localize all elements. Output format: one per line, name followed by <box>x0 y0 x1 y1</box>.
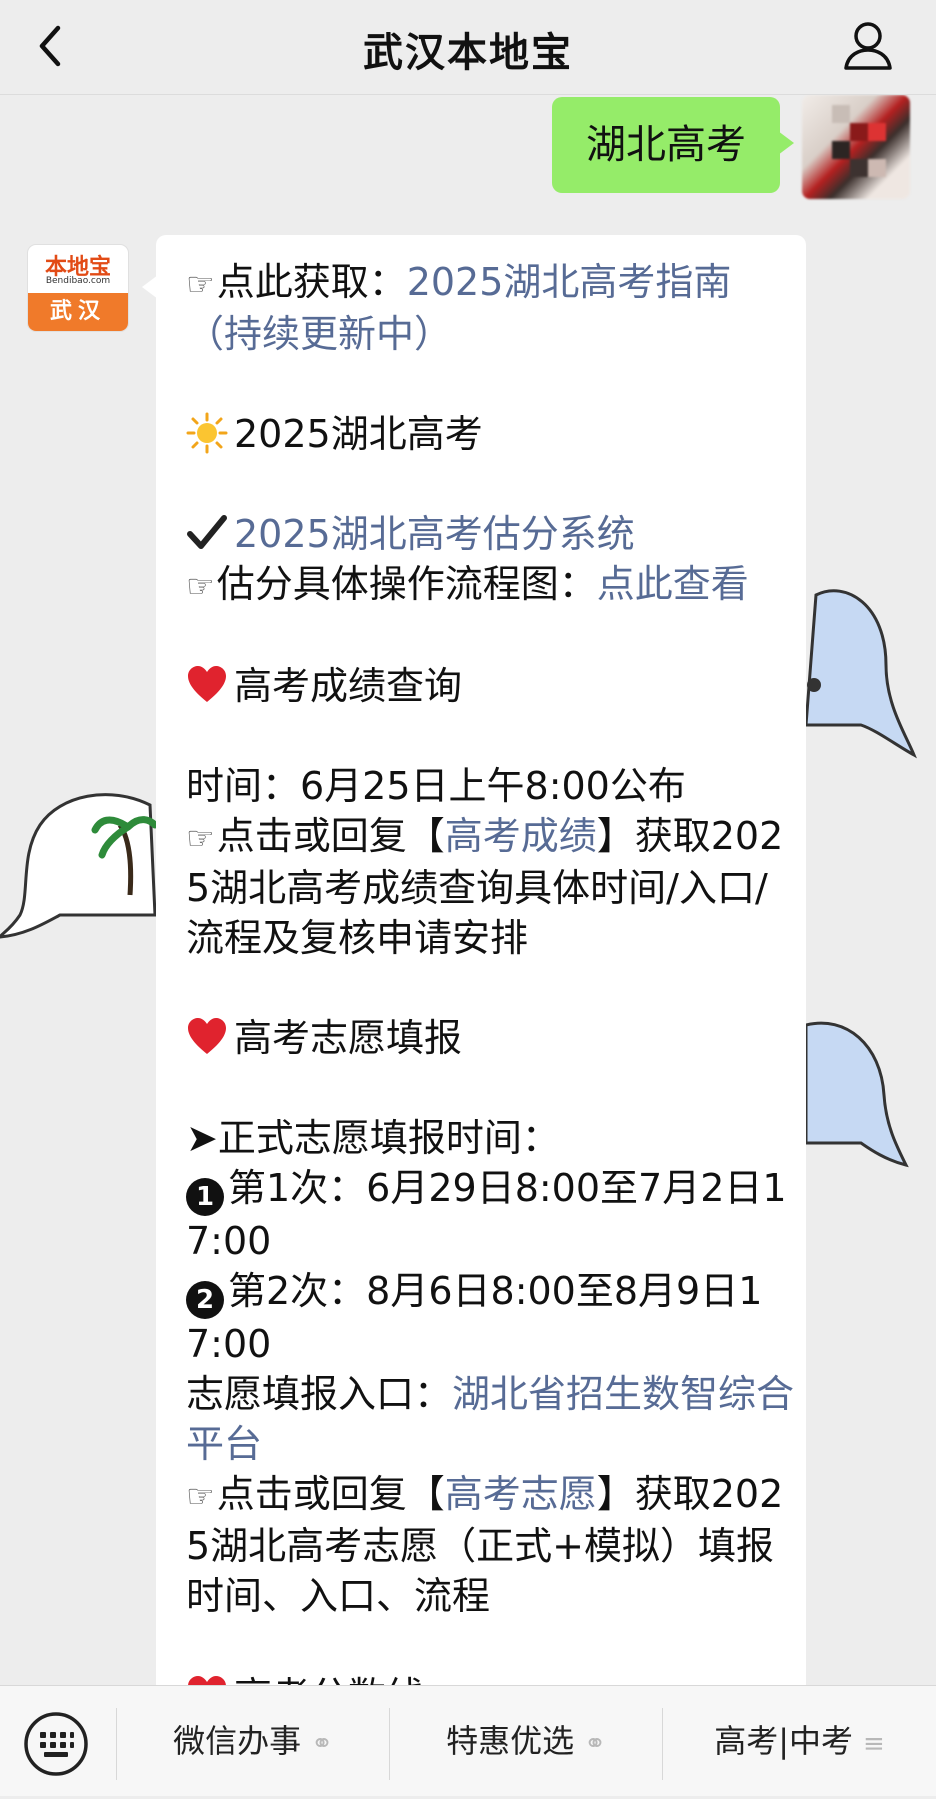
section-heading-score: 高考成绩查询 <box>186 661 796 711</box>
number-1-icon: 1 <box>186 1178 224 1216</box>
guide-prefix: 点此获取： <box>216 260 407 304</box>
heading-text: 2025湖北高考 <box>234 412 483 456</box>
guide-line: ☞点此获取：2025湖北高考指南（持续更新中） <box>186 257 796 359</box>
bottom-menu-bar: 微信办事 ⚭ 特惠优选 ⚭ 高考|中考 ≡ <box>0 1685 936 1796</box>
flowchart-link[interactable]: 点此查看 <box>597 562 749 606</box>
checkmark-icon <box>187 515 227 549</box>
number-2-icon: 2 <box>186 1281 224 1319</box>
sender-avatar[interactable]: 本地宝 Bendibao.com 武汉 <box>28 245 128 331</box>
user-avatar[interactable] <box>802 95 910 199</box>
avatar-logo-url: Bendibao.com <box>45 276 111 286</box>
heading-text: 高考成绩查询 <box>234 664 463 708</box>
pointing-hand-icon: ☞ <box>186 567 215 605</box>
round-2-text: 第2次：8月6日8:00至8月9日17:00 <box>186 1269 763 1366</box>
entry-prefix: 志愿填报入口： <box>186 1372 453 1416</box>
round-1-text: 第1次：6月29日8:00至7月2日17:00 <box>186 1166 787 1263</box>
heart-icon <box>188 666 226 702</box>
menu-item-label: 高考|中考 <box>714 1722 853 1760</box>
chat-area[interactable]: 湖北高考 本地宝 Bendibao.com 武汉 ☞点此获取：2025湖北高考指… <box>0 95 936 1685</box>
round-2-line: 2 第2次：8月6日8:00至8月9日17:00 <box>186 1266 796 1369</box>
reply-prefix: 点击或回复【 <box>216 814 445 858</box>
wallpaper-bubble-right-bottom <box>804 1015 936 1185</box>
nav-header: 武汉本地宝 <box>0 0 936 95</box>
flowchart-prefix: 估分具体操作流程图： <box>216 562 597 606</box>
sun-icon <box>186 412 228 454</box>
reply-prefix: 点击或回复【 <box>216 1472 445 1516</box>
application-entry-line: 志愿填报入口：湖北省招生数智综合平台 <box>186 1369 796 1469</box>
link-icon: ⚭ <box>584 1729 606 1759</box>
link-icon: ⚭ <box>311 1729 333 1759</box>
pointing-hand-icon: ☞ <box>186 819 215 857</box>
menu-item-wechat-service[interactable]: 微信办事 ⚭ <box>117 1686 389 1796</box>
flowchart-line: ☞估分具体操作流程图：点此查看 <box>186 559 796 611</box>
profile-icon[interactable] <box>840 16 896 76</box>
heading-text: 高考分数线 <box>234 1674 424 1685</box>
score-keyword-link[interactable]: 高考成绩 <box>445 814 597 858</box>
application-keyword-link[interactable]: 高考志愿 <box>445 1472 597 1516</box>
heart-icon <box>188 1018 226 1054</box>
keyboard-icon[interactable] <box>20 1708 92 1780</box>
pointing-hand-icon: ☞ <box>186 1477 215 1515</box>
menu-item-exams[interactable]: 高考|中考 ≡ <box>663 1686 936 1796</box>
avatar-city-label: 武汉 <box>28 293 128 331</box>
menu-item-deals[interactable]: 特惠优选 ⚭ <box>390 1686 662 1796</box>
heading-text: 高考志愿填报 <box>234 1016 463 1060</box>
outgoing-message-bubble[interactable]: 湖北高考 <box>552 97 794 193</box>
round-1-line: 1 第1次：6月29日8:00至7月2日17:00 <box>186 1163 796 1266</box>
section-heading-2025: 2025湖北高考 <box>186 409 796 459</box>
score-reply-line: ☞点击或回复【高考成绩】获取2025湖北高考成绩查询具体时间/入口/流程及复核申… <box>186 811 796 963</box>
heart-icon <box>188 1676 226 1685</box>
menu-list-icon: ≡ <box>863 1729 885 1759</box>
pointing-hand-icon: ☞ <box>186 265 215 303</box>
score-time-line: 时间：6月25日上午8:00公布 <box>186 764 686 808</box>
estimate-system-link[interactable]: 2025湖北高考估分系统 <box>234 512 635 556</box>
page-title: 武汉本地宝 <box>363 30 573 76</box>
wallpaper-bubble-right-top <box>804 585 936 775</box>
application-reply-line: ☞点击或回复【高考志愿】获取2025湖北高考志愿（正式+模拟）填报时间、入口、流… <box>186 1469 796 1621</box>
message-content: ☞点此获取：2025湖北高考指南（持续更新中） 2025湖北高考 2025湖北高… <box>186 257 796 1685</box>
menu-item-label: 微信办事 <box>173 1722 302 1760</box>
application-time-label: ➤正式志愿填报时间： <box>186 1116 560 1160</box>
menu-item-label: 特惠优选 <box>446 1722 575 1760</box>
section-heading-application: 高考志愿填报 <box>186 1013 796 1063</box>
estimate-system-line: 2025湖北高考估分系统 <box>186 509 796 559</box>
section-heading-cutoff: 高考分数线 <box>186 1671 796 1685</box>
wallpaper-bubble-left <box>0 785 160 955</box>
